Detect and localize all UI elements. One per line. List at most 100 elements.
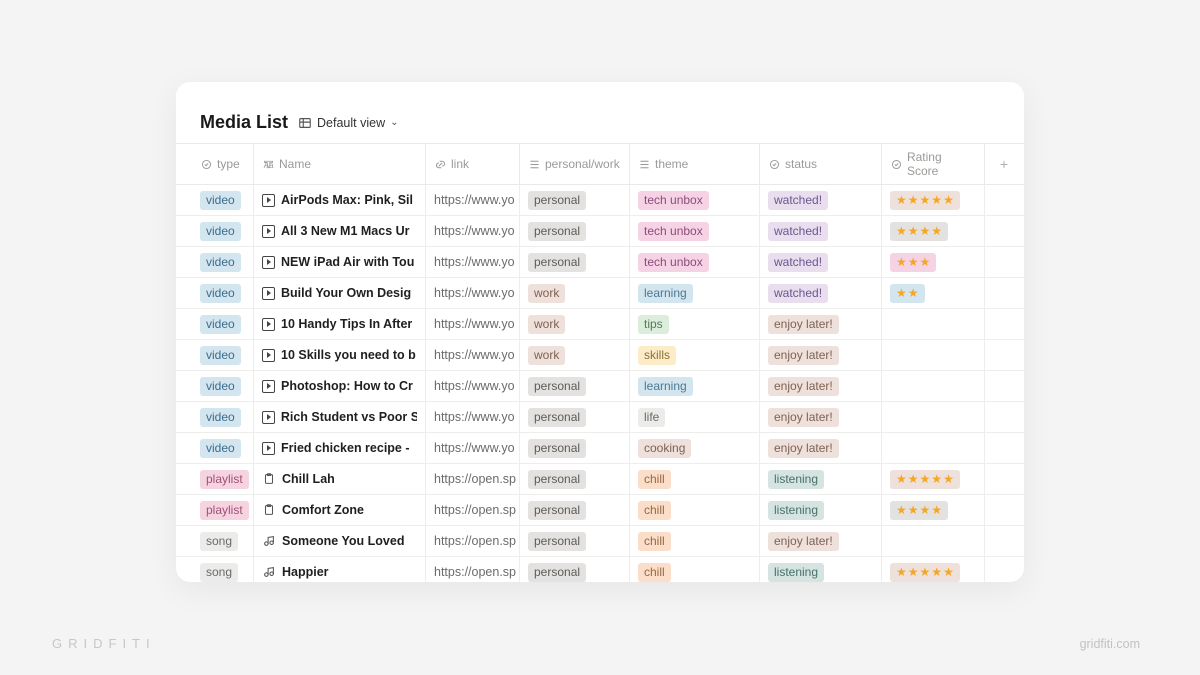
cell-rating[interactable]: ★★★★★ — [882, 557, 985, 582]
cell-personal-work[interactable]: personal — [520, 433, 630, 463]
cell-type[interactable]: playlist — [176, 495, 254, 525]
column-header-personal-work[interactable]: personal/work — [520, 144, 630, 184]
cell-status[interactable]: enjoy later! — [760, 526, 882, 556]
cell-link[interactable]: https://open.sp — [426, 464, 520, 494]
cell-name[interactable]: Happier — [254, 557, 426, 582]
cell-theme[interactable]: skills — [630, 340, 760, 370]
table-row[interactable]: videoRich Student vs Poor Shttps://www.y… — [176, 402, 1024, 433]
cell-theme[interactable]: tech unbox — [630, 216, 760, 246]
cell-status[interactable]: enjoy later! — [760, 340, 882, 370]
cell-theme[interactable]: tech unbox — [630, 247, 760, 277]
cell-type[interactable]: video — [176, 433, 254, 463]
cell-link[interactable]: https://open.sp — [426, 495, 520, 525]
cell-link[interactable]: https://www.yo — [426, 371, 520, 401]
cell-link[interactable]: https://www.yo — [426, 185, 520, 215]
cell-name[interactable]: All 3 New M1 Macs Ur — [254, 216, 426, 246]
cell-name[interactable]: Fried chicken recipe - — [254, 433, 426, 463]
cell-link[interactable]: https://www.yo — [426, 340, 520, 370]
table-row[interactable]: videoBuild Your Own Desighttps://www.yow… — [176, 278, 1024, 309]
cell-theme[interactable]: learning — [630, 371, 760, 401]
cell-rating[interactable] — [882, 526, 985, 556]
cell-personal-work[interactable]: personal — [520, 464, 630, 494]
cell-type[interactable]: video — [176, 247, 254, 277]
cell-name[interactable]: NEW iPad Air with Tou — [254, 247, 426, 277]
column-header-type[interactable]: type — [176, 144, 254, 184]
cell-rating[interactable]: ★★★★ — [882, 495, 985, 525]
cell-link[interactable]: https://open.sp — [426, 526, 520, 556]
cell-theme[interactable]: tech unbox — [630, 185, 760, 215]
table-row[interactable]: video10 Skills you need to bhttps://www.… — [176, 340, 1024, 371]
cell-type[interactable]: song — [176, 526, 254, 556]
cell-type[interactable]: playlist — [176, 464, 254, 494]
view-selector[interactable]: Default view ⌄ — [298, 116, 398, 130]
cell-rating[interactable]: ★★★ — [882, 247, 985, 277]
cell-theme[interactable]: cooking — [630, 433, 760, 463]
cell-rating[interactable]: ★★ — [882, 278, 985, 308]
cell-rating[interactable]: ★★★★★ — [882, 464, 985, 494]
table-row[interactable]: videoPhotoshop: How to Crhttps://www.yop… — [176, 371, 1024, 402]
cell-personal-work[interactable]: personal — [520, 216, 630, 246]
cell-link[interactable]: https://open.sp — [426, 557, 520, 582]
cell-status[interactable]: listening — [760, 464, 882, 494]
table-row[interactable]: videoFried chicken recipe -https://www.y… — [176, 433, 1024, 464]
cell-name[interactable]: Someone You Loved — [254, 526, 426, 556]
table-row[interactable]: videoAirPods Max: Pink, Silhttps://www.y… — [176, 185, 1024, 216]
cell-rating[interactable] — [882, 340, 985, 370]
cell-name[interactable]: Build Your Own Desig — [254, 278, 426, 308]
cell-personal-work[interactable]: personal — [520, 247, 630, 277]
cell-rating[interactable]: ★★★★ — [882, 216, 985, 246]
cell-personal-work[interactable]: personal — [520, 557, 630, 582]
cell-status[interactable]: watched! — [760, 278, 882, 308]
cell-status[interactable]: enjoy later! — [760, 309, 882, 339]
cell-personal-work[interactable]: personal — [520, 185, 630, 215]
cell-personal-work[interactable]: personal — [520, 495, 630, 525]
column-header-theme[interactable]: theme — [630, 144, 760, 184]
cell-rating[interactable] — [882, 371, 985, 401]
cell-link[interactable]: https://www.yo — [426, 278, 520, 308]
column-header-status[interactable]: status — [760, 144, 882, 184]
cell-type[interactable]: video — [176, 340, 254, 370]
cell-theme[interactable]: chill — [630, 464, 760, 494]
column-header-link[interactable]: link — [426, 144, 520, 184]
table-row[interactable]: videoNEW iPad Air with Touhttps://www.yo… — [176, 247, 1024, 278]
add-column-button[interactable]: + — [985, 144, 1023, 184]
cell-type[interactable]: video — [176, 371, 254, 401]
cell-type[interactable]: video — [176, 185, 254, 215]
cell-rating[interactable] — [882, 402, 985, 432]
cell-theme[interactable]: chill — [630, 526, 760, 556]
cell-rating[interactable]: ★★★★★ — [882, 185, 985, 215]
cell-link[interactable]: https://www.yo — [426, 433, 520, 463]
cell-link[interactable]: https://www.yo — [426, 216, 520, 246]
cell-theme[interactable]: chill — [630, 557, 760, 582]
cell-link[interactable]: https://www.yo — [426, 402, 520, 432]
cell-status[interactable]: watched! — [760, 185, 882, 215]
cell-status[interactable]: listening — [760, 557, 882, 582]
column-header-name[interactable]: Aa Name — [254, 144, 426, 184]
cell-type[interactable]: video — [176, 216, 254, 246]
cell-name[interactable]: 10 Skills you need to b — [254, 340, 426, 370]
cell-name[interactable]: Chill Lah — [254, 464, 426, 494]
cell-status[interactable]: enjoy later! — [760, 433, 882, 463]
cell-theme[interactable]: learning — [630, 278, 760, 308]
cell-type[interactable]: video — [176, 278, 254, 308]
cell-rating[interactable] — [882, 309, 985, 339]
cell-status[interactable]: enjoy later! — [760, 371, 882, 401]
cell-status[interactable]: watched! — [760, 216, 882, 246]
cell-theme[interactable]: chill — [630, 495, 760, 525]
cell-name[interactable]: 10 Handy Tips In After — [254, 309, 426, 339]
cell-personal-work[interactable]: personal — [520, 526, 630, 556]
cell-name[interactable]: Rich Student vs Poor S — [254, 402, 426, 432]
cell-rating[interactable] — [882, 433, 985, 463]
cell-type[interactable]: video — [176, 402, 254, 432]
table-row[interactable]: songHappierhttps://open.sppersonalchilll… — [176, 557, 1024, 582]
cell-personal-work[interactable]: work — [520, 278, 630, 308]
cell-status[interactable]: listening — [760, 495, 882, 525]
cell-type[interactable]: video — [176, 309, 254, 339]
cell-link[interactable]: https://www.yo — [426, 247, 520, 277]
cell-personal-work[interactable]: work — [520, 340, 630, 370]
table-row[interactable]: songSomeone You Lovedhttps://open.sppers… — [176, 526, 1024, 557]
cell-name[interactable]: Comfort Zone — [254, 495, 426, 525]
cell-theme[interactable]: life — [630, 402, 760, 432]
cell-link[interactable]: https://www.yo — [426, 309, 520, 339]
table-row[interactable]: playlistComfort Zonehttps://open.spperso… — [176, 495, 1024, 526]
